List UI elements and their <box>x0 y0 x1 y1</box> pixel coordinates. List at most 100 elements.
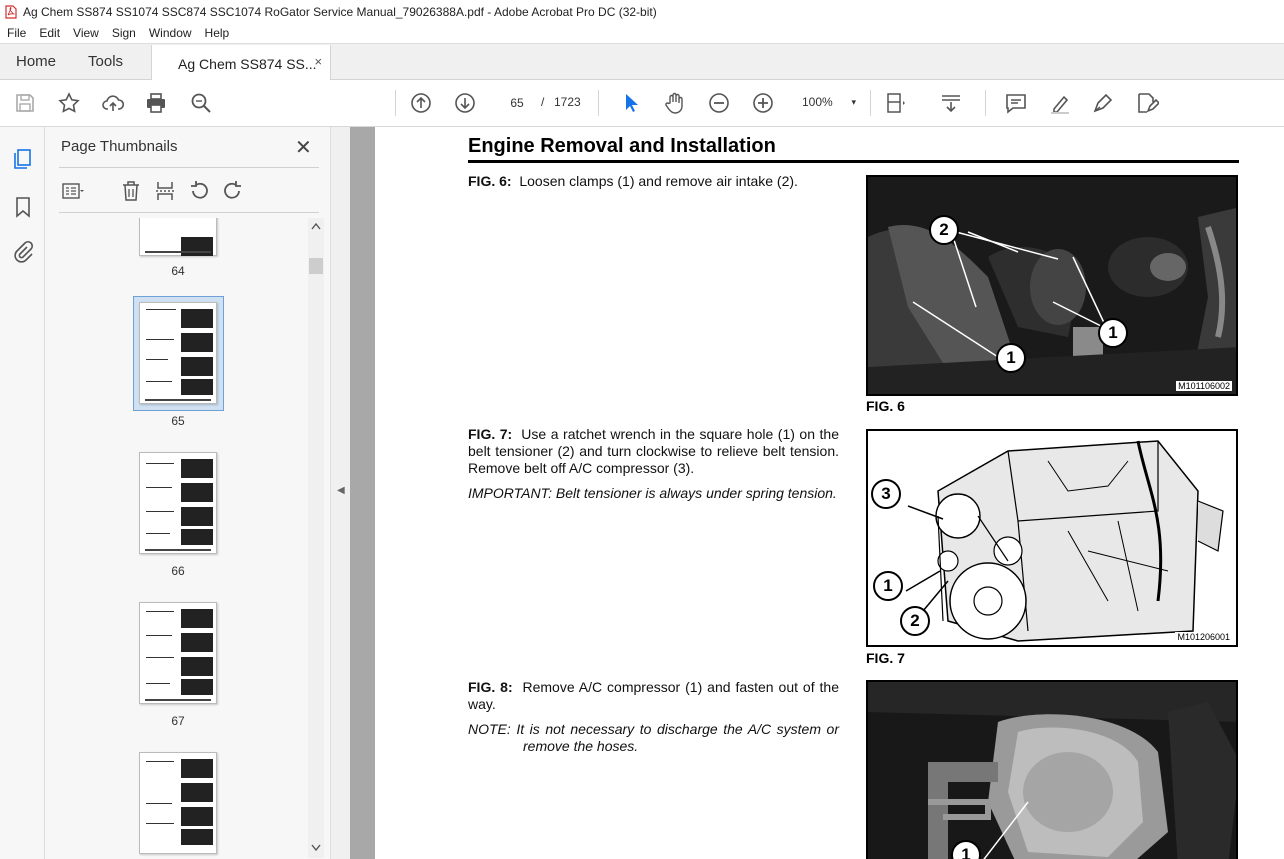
fig6-caption: FIG. 6 <box>866 398 905 414</box>
previous-page-icon[interactable] <box>408 90 434 116</box>
fig7-caption: FIG. 7 <box>866 650 905 666</box>
menu-help[interactable]: Help <box>198 26 236 40</box>
hand-tool-icon[interactable] <box>662 90 688 116</box>
close-panel-icon[interactable]: ✕ <box>295 135 312 160</box>
panel-title: Page Thumbnails <box>61 138 178 155</box>
scroll-down-icon[interactable] <box>311 844 321 852</box>
page-fit-icon[interactable] <box>882 90 908 116</box>
fig8-text: Remove A/C compressor (1) and fasten out… <box>468 679 839 712</box>
fig7-callout-1: 1 <box>873 571 903 601</box>
acrobat-app-icon <box>5 4 17 19</box>
attachments-icon[interactable] <box>11 240 35 264</box>
thumbnail-label: 64 <box>171 264 185 278</box>
rotate-right-icon[interactable] <box>221 179 245 203</box>
menu-bar: File Edit View Sign Window Help <box>0 23 1284 43</box>
page-number-input[interactable]: 65 <box>497 90 537 114</box>
fig7-code: M101206001 <box>1175 632 1232 642</box>
zoom-in-icon[interactable] <box>750 90 776 116</box>
scroll-mode-icon[interactable] <box>938 90 964 116</box>
fig8-note: NOTE: It is not necessary to discharge t… <box>468 721 839 755</box>
menu-file[interactable]: File <box>0 26 32 40</box>
heading-rule <box>468 160 1239 163</box>
window-title: Ag Chem SS874 SS1074 SSC874 SSC1074 RoGa… <box>23 4 657 19</box>
fig8-instruction: FIG. 8: Remove A/C compressor (1) and fa… <box>468 679 839 713</box>
zoom-out-icon[interactable] <box>706 90 732 116</box>
thumbnail-label: 66 <box>171 564 185 578</box>
tab-tools[interactable]: Tools <box>72 44 139 79</box>
main-toolbar <box>0 80 1284 127</box>
extract-page-icon[interactable] <box>153 179 177 203</box>
document-viewport[interactable]: Engine Removal and Installation FIG. 6: … <box>350 127 1284 859</box>
fig6-callout-1b: 1 <box>996 343 1026 373</box>
fig7-text: Use a ratchet wrench in the square hole … <box>468 426 839 476</box>
thumbnail-scrollbar[interactable] <box>308 218 324 858</box>
save-icon[interactable] <box>12 90 38 116</box>
fig6-callout-1: 1 <box>1098 318 1128 348</box>
fig6-photo: 2 1 1 M101106002 <box>866 175 1238 396</box>
menu-window[interactable]: Window <box>142 26 198 40</box>
engine-intake-photo <box>868 177 1236 394</box>
divider <box>59 212 319 213</box>
tab-document[interactable]: Ag Chem SS874 SS... × <box>151 45 332 82</box>
fig7-instruction: FIG. 7: Use a ratchet wrench in the squa… <box>468 426 839 477</box>
upload-cloud-icon[interactable] <box>100 90 126 116</box>
page-thumbnail-64[interactable] <box>139 218 217 256</box>
print-icon[interactable] <box>143 90 169 116</box>
tab-bar: Home Tools Ag Chem SS874 SS... × <box>0 43 1284 82</box>
fig6-text: Loosen clamps (1) and remove air intake … <box>519 173 798 189</box>
page-thumbnail-65[interactable] <box>139 302 217 404</box>
toolbar-divider <box>870 90 871 116</box>
fig6-instruction: FIG. 6: Loosen clamps (1) and remove air… <box>468 173 839 190</box>
fig6-callout-2: 2 <box>929 215 959 245</box>
fig6-lead: FIG. 6: <box>468 173 512 189</box>
collapse-left-icon: ◀ <box>337 485 345 496</box>
scroll-up-icon[interactable] <box>311 222 321 230</box>
thumbnail-label: 65 <box>171 414 185 428</box>
page-thumbnails-icon[interactable] <box>11 147 35 171</box>
thumbnail-label: 67 <box>171 714 185 728</box>
rotate-left-icon[interactable] <box>187 179 211 203</box>
menu-edit[interactable]: Edit <box>32 26 66 40</box>
collapse-panel-handle[interactable]: ◀ <box>330 127 350 859</box>
fig7-callout-3: 3 <box>871 479 901 509</box>
pdf-page: Engine Removal and Installation FIG. 6: … <box>375 127 1284 859</box>
sign-pen-icon[interactable] <box>1090 90 1116 116</box>
tab-document-label: Ag Chem SS874 SS... <box>178 55 317 72</box>
page-thumbnail-66[interactable] <box>139 452 217 554</box>
toolbar-divider <box>395 90 396 116</box>
close-tab-icon[interactable]: × <box>314 54 322 69</box>
toolbar-divider <box>598 90 599 116</box>
page-thumbnail-67[interactable] <box>139 602 217 704</box>
thumbnail-list: 64 65 66 67 <box>60 218 307 858</box>
next-page-icon[interactable] <box>452 90 478 116</box>
fig7-lead: FIG. 7: <box>468 426 513 442</box>
delete-page-icon[interactable] <box>119 179 143 203</box>
highlight-pen-icon[interactable] <box>1047 90 1073 116</box>
fill-sign-icon[interactable] <box>1134 90 1160 116</box>
chevron-down-icon: ▾ <box>851 97 856 107</box>
title-bar: Ag Chem SS874 SS1074 SSC874 SSC1074 RoGa… <box>0 0 1284 23</box>
toolbar-divider <box>985 90 986 116</box>
zoom-select[interactable]: 100% ▾ <box>796 90 864 114</box>
menu-sign[interactable]: Sign <box>105 26 142 40</box>
bookmark-star-icon[interactable] <box>56 90 82 116</box>
zoom-search-icon[interactable] <box>188 90 214 116</box>
left-navigation-rail <box>0 127 45 859</box>
menu-view[interactable]: View <box>66 26 105 40</box>
fig7-callout-2: 2 <box>900 606 930 636</box>
tab-home[interactable]: Home <box>0 44 72 79</box>
comment-icon[interactable] <box>1003 90 1029 116</box>
fig6-code: M101106002 <box>1176 381 1232 391</box>
page-thumbnail-68[interactable] <box>139 752 217 854</box>
scrollbar-thumb[interactable] <box>309 258 323 274</box>
thumbnail-options-icon[interactable] <box>61 179 85 203</box>
bookmarks-icon[interactable] <box>11 195 35 219</box>
fig8-photo: 1 <box>866 680 1238 859</box>
ac-compressor-photo <box>868 682 1236 859</box>
zoom-value: 100% <box>802 95 833 109</box>
divider <box>59 167 319 168</box>
fig7-note-lead: IMPORTANT: <box>468 485 552 501</box>
select-cursor-icon[interactable] <box>619 90 645 116</box>
fig8-note-lead: NOTE: <box>468 721 511 737</box>
fig8-lead: FIG. 8: <box>468 679 513 695</box>
